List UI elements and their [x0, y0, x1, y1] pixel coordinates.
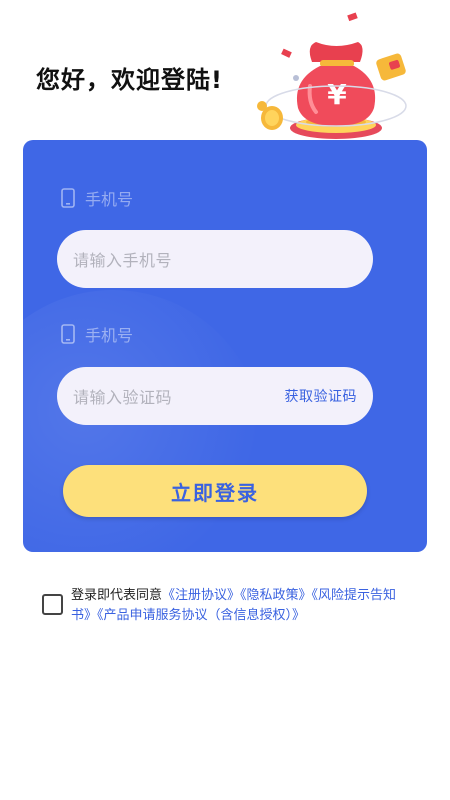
- phone-input[interactable]: 请输入手机号: [57, 230, 373, 288]
- orbit-dot: [293, 75, 299, 81]
- flying-bill: [347, 12, 358, 22]
- agreement-checkbox[interactable]: [42, 594, 63, 615]
- phone-icon: [61, 324, 75, 344]
- agreement-prefix: 登录即代表同意: [71, 588, 163, 603]
- wallet-icon: [376, 53, 406, 81]
- link-privacy-policy[interactable]: 《隐私政策》: [240, 588, 312, 603]
- phone-label-text: 手机号: [85, 190, 134, 209]
- phone-input-placeholder: 请输入手机号: [73, 251, 173, 270]
- link-registration-agreement[interactable]: 《注册协议》: [162, 588, 240, 603]
- phone-label: 手机号: [61, 186, 133, 210]
- page-title: 您好，欢迎登陆!: [36, 66, 223, 94]
- code-input-placeholder: 请输入验证码: [73, 388, 173, 407]
- link-service-agreement[interactable]: 《产品申请服务协议（含信息授权）》: [97, 608, 305, 623]
- code-label-text: 手机号: [85, 326, 134, 345]
- login-page: 您好，欢迎登陆! ¥ 手机号 请输入手机号 手机号 请输入验证码 获取验证码 立…: [0, 0, 450, 800]
- get-code-button[interactable]: 获取验证码: [285, 386, 358, 406]
- login-button[interactable]: 立即登录: [63, 465, 367, 517]
- phone-icon: [61, 188, 75, 208]
- agreement-row: 登录即代表同意《注册协议》《隐私政策》《风险提示告知书》《产品申请服务协议（含信…: [42, 586, 412, 626]
- flying-bill: [281, 48, 292, 58]
- verification-code-input[interactable]: 请输入验证码 获取验证码: [57, 367, 373, 425]
- code-label: 手机号: [61, 322, 133, 346]
- svg-text:¥: ¥: [327, 78, 347, 111]
- coin-icon: [257, 101, 283, 130]
- login-card: 手机号 请输入手机号 手机号 请输入验证码 获取验证码 立即登录: [23, 140, 427, 552]
- agreement-text: 登录即代表同意《注册协议》《隐私政策》《风险提示告知书》《产品申请服务协议（含信…: [71, 586, 412, 626]
- money-bag-icon: ¥: [296, 42, 376, 126]
